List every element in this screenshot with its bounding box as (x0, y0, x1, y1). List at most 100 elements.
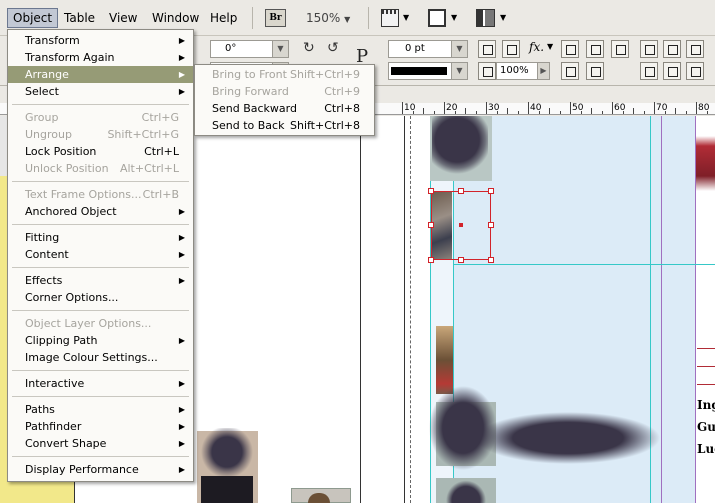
submenu-arrow-icon: ▶ (178, 405, 185, 414)
menu-item-ungroup[interactable]: Ungroup Shift+Ctrl+G (8, 126, 193, 143)
menu-item-label: Clipping Path (25, 334, 98, 347)
menu-item-label: Fitting (25, 231, 60, 244)
menu-object[interactable]: Object (7, 8, 59, 28)
align-middle-icon[interactable] (663, 62, 681, 80)
menu-item-label: Text Frame Options... (25, 188, 142, 201)
submenu-arrow-icon: ▶ (178, 250, 185, 259)
menu-item-display-performance[interactable]: Display Performance ▶ (8, 461, 193, 478)
menu-separator (12, 267, 189, 268)
view-options-icon[interactable] (428, 9, 446, 27)
chevron-right-icon[interactable]: ▶ (537, 63, 549, 79)
ruler-minor-tick (685, 111, 687, 114)
selection-handle[interactable] (488, 188, 494, 194)
menu-item-object-layer-options[interactable]: Object Layer Options... (8, 315, 193, 332)
ruler-label: 80 (698, 103, 710, 113)
menu-item-bring-forward[interactable]: Bring Forward Ctrl+9 (195, 83, 374, 100)
menu-item-corner-options[interactable]: Corner Options... (8, 289, 193, 306)
menu-item-send-backward[interactable]: Send Backward Ctrl+8 (195, 100, 374, 117)
frame-center-point (459, 223, 463, 227)
menu-item-send-to-back[interactable]: Send to Back Shift+Ctrl+8 (195, 117, 374, 134)
menu-item-fitting[interactable]: Fitting ▶ (8, 229, 193, 246)
submenu-arrow-icon: ▶ (178, 465, 185, 474)
menu-item-interactive[interactable]: Interactive ▶ (8, 375, 193, 392)
selection-handle[interactable] (428, 222, 434, 228)
opacity-value: 100% (500, 65, 529, 76)
menu-item-effects[interactable]: Effects ▶ (8, 272, 193, 289)
selection-handle[interactable] (488, 222, 494, 228)
menu-item-shortcut: Ctrl+9 (324, 85, 360, 98)
zoom-level[interactable]: 150% ▼ (306, 9, 350, 27)
chevron-down-icon[interactable]: ▼ (272, 41, 288, 57)
menu-item-bring-to-front[interactable]: Bring to Front Shift+Ctrl+9 (195, 66, 374, 83)
submenu-arrow-icon: ▶ (178, 336, 185, 345)
photo-thumbnail[interactable] (436, 326, 453, 394)
bridge-button[interactable]: Br (265, 9, 286, 27)
menu-item-lock-position[interactable]: Lock Position Ctrl+L (8, 143, 193, 160)
menu-item-transform[interactable]: Transform ▶ (8, 32, 193, 49)
menu-item-anchored-object[interactable]: Anchored Object ▶ (8, 203, 193, 220)
menu-table[interactable]: Table (59, 8, 100, 28)
menu-item-select[interactable]: Select ▶ (8, 83, 193, 100)
chevron-down-icon[interactable]: ▼ (451, 63, 467, 79)
screen-mode-icon[interactable] (381, 9, 399, 27)
fit-proportional-icon[interactable] (586, 62, 604, 80)
ruler-minor-tick (423, 108, 424, 114)
ruler-minor-tick (580, 111, 582, 114)
menu-item-transform-again[interactable]: Transform Again ▶ (8, 49, 193, 66)
rotate-cw-icon[interactable]: ↻ (303, 40, 315, 56)
align-left-icon[interactable] (640, 40, 658, 58)
rotation-angle-field[interactable]: 0° ▼ (210, 40, 289, 58)
menu-item-arrange[interactable]: Arrange ▶ (8, 66, 193, 83)
fit-content-icon[interactable] (586, 40, 604, 58)
ruler-major-tick (612, 102, 613, 114)
fit-frame-icon[interactable] (561, 40, 579, 58)
ruler-minor-tick (706, 111, 708, 114)
menu-help[interactable]: Help (205, 8, 242, 28)
ruler-minor-tick (496, 111, 498, 114)
selection-handle[interactable] (428, 257, 434, 263)
menu-item-group[interactable]: Group Ctrl+G (8, 109, 193, 126)
align-right-icon[interactable] (686, 40, 704, 58)
stroke-type-field[interactable]: ▼ (388, 62, 468, 80)
arrange-documents-icon[interactable] (476, 9, 495, 27)
menu-item-label: Display Performance (25, 463, 139, 476)
opacity-field[interactable]: 100% ▶ (496, 62, 550, 80)
menu-separator (12, 370, 189, 371)
menu-item-image-colour-settings[interactable]: Image Colour Settings... (8, 349, 193, 366)
fill-icon[interactable] (478, 40, 496, 58)
ruler-label: 10 (404, 103, 416, 113)
menu-item-content[interactable]: Content ▶ (8, 246, 193, 263)
chevron-down-icon[interactable]: ▼ (451, 41, 467, 57)
page-edge (360, 116, 361, 503)
stroke-weight-field[interactable]: 0 pt ▼ (388, 40, 468, 58)
drop-shadow-icon[interactable] (502, 40, 520, 58)
body-text[interactable]: Ing Gu Luc (697, 394, 715, 460)
menu-item-convert-shape[interactable]: Convert Shape ▶ (8, 435, 193, 452)
selection-handle[interactable] (488, 257, 494, 263)
menu-window[interactable]: Window (147, 8, 204, 28)
ruler-minor-tick (517, 111, 519, 114)
effects-fx-icon[interactable]: fx. (529, 40, 544, 54)
selection-handle[interactable] (428, 188, 434, 194)
selection-handle[interactable] (458, 188, 464, 194)
menu-item-label: Corner Options... (25, 291, 119, 304)
menu-item-pathfinder[interactable]: Pathfinder ▶ (8, 418, 193, 435)
menu-item-paths[interactable]: Paths ▶ (8, 401, 193, 418)
submenu-arrow-icon: ▶ (178, 53, 185, 62)
menu-view[interactable]: View (104, 8, 142, 28)
selection-handle[interactable] (458, 257, 464, 263)
center-content-icon[interactable] (611, 40, 629, 58)
image-frame[interactable] (436, 478, 496, 503)
menu-item-clipping-path[interactable]: Clipping Path ▶ (8, 332, 193, 349)
menu-item-unlock-position[interactable]: Unlock Position Alt+Ctrl+L (8, 160, 193, 177)
align-top-icon[interactable] (640, 62, 658, 80)
rotate-ccw-icon[interactable]: ↺ (327, 40, 339, 56)
align-center-icon[interactable] (663, 40, 681, 58)
ruler-minor-tick (549, 108, 550, 114)
clear-effects-icon[interactable] (478, 62, 496, 80)
fill-frame-icon[interactable] (561, 62, 579, 80)
rule-line (697, 384, 715, 385)
menu-item-label: Transform (25, 34, 80, 47)
align-bottom-icon[interactable] (686, 62, 704, 80)
menu-item-text-frame-options[interactable]: Text Frame Options... Ctrl+B (8, 186, 193, 203)
